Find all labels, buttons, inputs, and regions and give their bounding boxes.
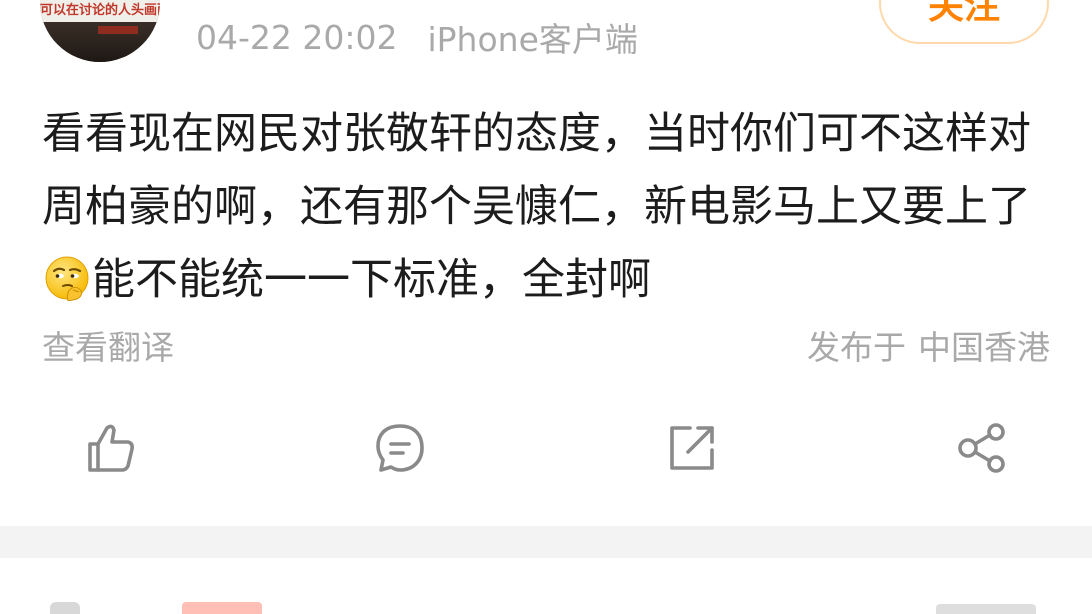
post-time: 04-22 20:02 [196,17,398,57]
post-text-part2: 能不能统一一下标准，全封啊 [92,255,651,305]
avatar-red-sign [98,26,138,34]
thinking-face-emoji [45,256,89,301]
partial-tab[interactable] [182,602,262,614]
post-content: 看看现在网民对张敬轩的态度，当时你们可不这样对周柏豪的啊，还有那个吴慷仁，新电影… [42,98,1052,317]
post-meta: 04-22 20:02 iPhone客户端 [196,14,638,60]
share-icon [958,423,1005,473]
post-client: iPhone客户端 [427,20,638,59]
weibo-post-page: 可以在讨论的人头画面 04-22 20:02 iPhone客户端 关注 看看现在… [0,0,1092,614]
share-button[interactable] [952,418,1012,478]
like-button[interactable] [80,418,140,478]
repost-button[interactable] [662,418,722,478]
location-prefix: 发布于 [807,328,906,367]
location-place: 中国香港 [918,328,1050,367]
thumbs-up-icon [88,424,134,472]
partial-icon [50,602,80,614]
repost-icon [670,426,714,470]
follow-button[interactable]: 关注 [879,0,1049,44]
comments-header-partial [0,558,1092,614]
partial-sort[interactable] [936,604,1036,614]
section-divider [0,526,1092,558]
avatar-banner-text: 可以在讨论的人头画面 [40,0,160,22]
comment-bubble-icon [376,424,424,472]
translate-link[interactable]: 查看翻译 [42,326,174,370]
post-location: 发布于 中国香港 [807,326,1050,370]
user-avatar[interactable]: 可以在讨论的人头画面 [40,0,160,62]
comment-button[interactable] [370,418,430,478]
post-text-part1: 看看现在网民对张敬轩的态度，当时你们可不这样对周柏豪的啊，还有那个吴慷仁，新电影… [42,109,1031,232]
